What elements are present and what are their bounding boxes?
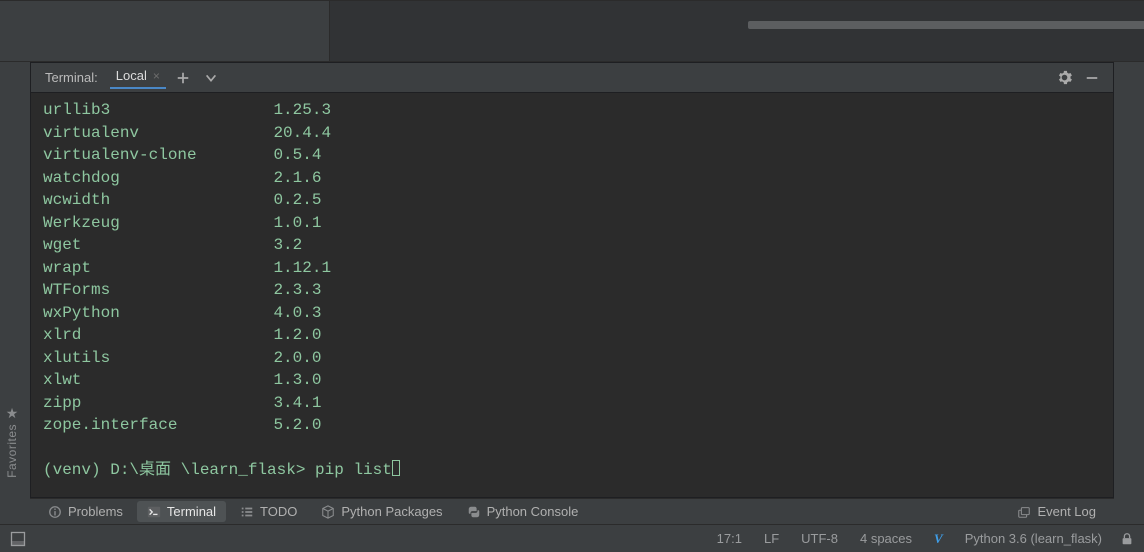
status-bar: 17:1 LF UTF-8 4 spaces V Python 3.6 (lea… [0,524,1144,552]
status-encoding[interactable]: UTF-8 [797,531,842,546]
terminal-icon [147,505,161,519]
python-icon [467,505,481,519]
terminal-panel: Terminal: Local × urllib3 1.25.3 virtual… [30,62,1114,498]
hide-panel-button[interactable] [1081,67,1103,89]
bottom-tools-bar: Problems Terminal TODO Python Packages P… [30,498,1114,524]
scrollbar-thumb[interactable] [748,21,1144,29]
editor-area [330,0,1144,62]
tool-label: Python Console [487,504,579,519]
side-tab-favorites[interactable]: ★ Favorites [0,396,24,486]
tool-event-log[interactable]: Event Log [1007,501,1106,522]
tool-label: Terminal [167,504,216,519]
gear-icon [1057,70,1072,85]
side-tab-label: Favorites [5,424,19,478]
tool-terminal[interactable]: Terminal [137,501,226,522]
terminal-title: Terminal: [45,70,98,85]
vim-plugin-icon[interactable]: V [930,531,947,547]
terminal-settings-button[interactable] [1053,67,1075,89]
status-interpreter[interactable]: Python 3.6 (learn_flask) [961,531,1106,546]
terminal-tab-label: Local [116,68,147,83]
tool-label: Python Packages [341,504,442,519]
star-icon: ★ [6,405,19,422]
tool-todo[interactable]: TODO [230,501,307,522]
status-indent[interactable]: 4 spaces [856,531,916,546]
close-icon[interactable]: × [153,69,160,83]
tool-python-packages[interactable]: Python Packages [311,501,452,522]
terminal-prompt[interactable]: (venv) D:\桌面 \learn_flask> pip list [43,459,1101,482]
editor-horizontal-scrollbar[interactable] [410,19,1144,31]
plus-icon [176,71,190,85]
editor-top-region [0,0,1144,62]
pip-list-output: urllib3 1.25.3 virtualenv 20.4.4 virtual… [43,101,331,434]
tool-label: TODO [260,504,297,519]
list-icon [240,505,254,519]
status-caret-position[interactable]: 17:1 [713,531,746,546]
chevron-down-icon [204,71,218,85]
cursor [392,460,400,476]
project-tool-window-blank [0,0,330,62]
terminal-output[interactable]: urllib3 1.25.3 virtualenv 20.4.4 virtual… [31,93,1113,497]
tool-python-console[interactable]: Python Console [457,501,589,522]
add-terminal-button[interactable] [172,67,194,89]
terminal-panel-header: Terminal: Local × [31,63,1113,93]
tool-label: Event Log [1037,504,1096,519]
terminal-tab-local[interactable]: Local × [110,66,166,89]
terminal-dropdown-button[interactable] [200,67,222,89]
tool-problems[interactable]: Problems [38,501,133,522]
lock-icon[interactable] [1120,532,1134,546]
event-log-icon [1017,505,1031,519]
info-icon [48,505,62,519]
status-line-ending[interactable]: LF [760,531,783,546]
minimize-icon [1085,71,1099,85]
package-icon [321,505,335,519]
tool-windows-icon[interactable] [10,531,26,547]
tool-label: Problems [68,504,123,519]
